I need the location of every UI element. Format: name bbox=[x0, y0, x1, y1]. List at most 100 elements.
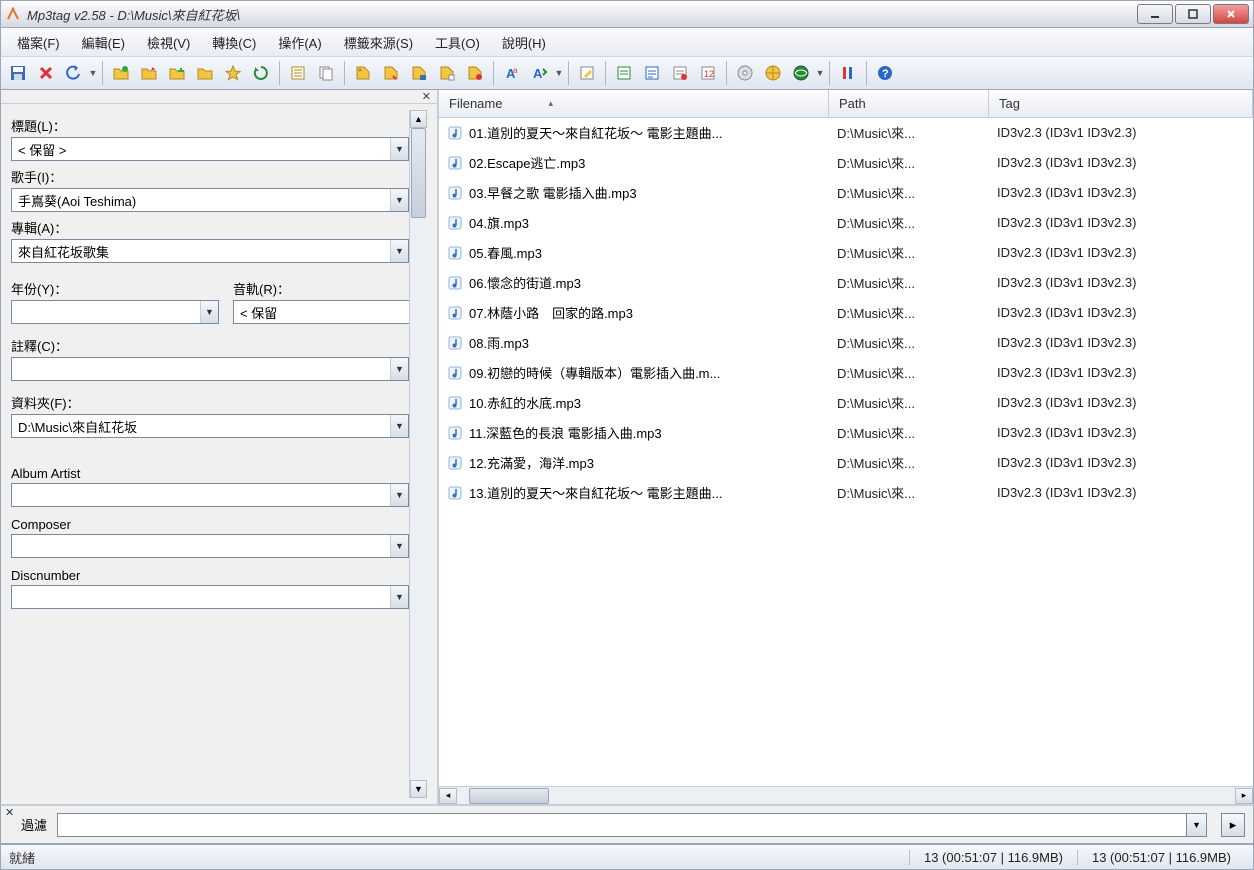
undo-icon[interactable] bbox=[61, 60, 87, 86]
filter-input[interactable] bbox=[57, 813, 1187, 837]
favorite-icon[interactable] bbox=[220, 60, 246, 86]
folder-up-icon[interactable] bbox=[136, 60, 162, 86]
year-field[interactable]: ▼ bbox=[11, 300, 219, 324]
minimize-button[interactable] bbox=[1137, 4, 1173, 24]
albumartist-input[interactable] bbox=[12, 484, 390, 506]
table-row[interactable]: 06.懷念的街道.mp3D:\Music\來...ID3v2.3 (ID3v1 … bbox=[439, 268, 1253, 298]
disc-icon[interactable] bbox=[732, 60, 758, 86]
refresh-icon[interactable] bbox=[248, 60, 274, 86]
hscroll-track[interactable] bbox=[457, 788, 1235, 804]
edit-icon[interactable] bbox=[574, 60, 600, 86]
year-input[interactable] bbox=[12, 301, 200, 323]
filter-go-button[interactable]: ▸ bbox=[1221, 813, 1245, 837]
scroll-left-icon[interactable]: ◂ bbox=[439, 788, 457, 804]
table-row[interactable]: 02.Escape逃亡.mp3D:\Music\來...ID3v2.3 (ID3… bbox=[439, 148, 1253, 178]
panel-close-icon[interactable]: ✕ bbox=[1, 90, 437, 104]
script3-icon[interactable] bbox=[667, 60, 693, 86]
album-input[interactable] bbox=[12, 240, 390, 262]
menu-file[interactable]: 檔案(F) bbox=[7, 30, 70, 55]
web-dropdown-icon[interactable]: ▼ bbox=[816, 68, 824, 78]
menu-view[interactable]: 檢視(V) bbox=[137, 30, 200, 55]
script1-icon[interactable] bbox=[611, 60, 637, 86]
chevron-down-icon[interactable]: ▼ bbox=[200, 301, 218, 323]
close-button[interactable] bbox=[1213, 4, 1249, 24]
chevron-down-icon[interactable]: ▼ bbox=[390, 535, 408, 557]
menu-actions[interactable]: 操作(A) bbox=[268, 30, 331, 55]
table-row[interactable]: 03.早餐之歌 電影插入曲.mp3D:\Music\來...ID3v2.3 (I… bbox=[439, 178, 1253, 208]
header-path[interactable]: Path bbox=[829, 90, 989, 117]
menu-edit[interactable]: 編輯(E) bbox=[72, 30, 135, 55]
chevron-down-icon[interactable]: ▼ bbox=[390, 415, 408, 437]
albumartist-field[interactable]: ▼ bbox=[11, 483, 409, 507]
web-icon[interactable] bbox=[788, 60, 814, 86]
chevron-down-icon[interactable]: ▼ bbox=[390, 189, 408, 211]
folder-open-icon[interactable] bbox=[192, 60, 218, 86]
track-field[interactable]: ▼ bbox=[233, 300, 409, 324]
composer-field[interactable]: ▼ bbox=[11, 534, 409, 558]
title-field[interactable]: ▼ bbox=[11, 137, 409, 161]
chevron-down-icon[interactable]: ▼ bbox=[390, 138, 408, 160]
scroll-down-icon[interactable]: ▼ bbox=[410, 780, 427, 798]
copy-icon[interactable] bbox=[313, 60, 339, 86]
directory-input[interactable] bbox=[12, 415, 390, 437]
delete-icon[interactable] bbox=[33, 60, 59, 86]
help-icon[interactable]: ? bbox=[872, 60, 898, 86]
tag2-icon[interactable] bbox=[378, 60, 404, 86]
panel-vscrollbar[interactable]: ▲ ▼ bbox=[409, 110, 427, 798]
table-row[interactable]: 09.初戀的時候（專輯版本）電影插入曲.m...D:\Music\來...ID3… bbox=[439, 358, 1253, 388]
scroll-right-icon[interactable]: ▸ bbox=[1235, 788, 1253, 804]
table-row[interactable]: 12.充滿愛，海洋.mp3D:\Music\來...ID3v2.3 (ID3v1… bbox=[439, 448, 1253, 478]
action-au-icon[interactable]: A bbox=[527, 60, 553, 86]
undo-dropdown-icon[interactable]: ▼ bbox=[89, 68, 97, 78]
menu-tagsources[interactable]: 標籤來源(S) bbox=[334, 30, 423, 55]
artist-input[interactable] bbox=[12, 189, 390, 211]
maximize-button[interactable] bbox=[1175, 4, 1211, 24]
grid-hscrollbar[interactable]: ◂ ▸ bbox=[439, 786, 1253, 804]
globe-icon[interactable] bbox=[760, 60, 786, 86]
menu-help[interactable]: 說明(H) bbox=[492, 30, 556, 55]
tag4-icon[interactable] bbox=[434, 60, 460, 86]
composer-input[interactable] bbox=[12, 535, 390, 557]
chevron-down-icon[interactable]: ▼ bbox=[390, 358, 408, 380]
save-icon[interactable] bbox=[5, 60, 31, 86]
tag5-icon[interactable] bbox=[462, 60, 488, 86]
menu-convert[interactable]: 轉換(C) bbox=[202, 30, 266, 55]
chevron-down-icon[interactable]: ▼ bbox=[390, 240, 408, 262]
table-row[interactable]: 08.雨.mp3D:\Music\來...ID3v2.3 (ID3v1 ID3v… bbox=[439, 328, 1253, 358]
scroll-thumb[interactable] bbox=[411, 128, 426, 218]
header-filename[interactable]: Filename▴ bbox=[439, 90, 829, 117]
title-input[interactable] bbox=[12, 138, 390, 160]
action-a-icon[interactable]: Aa bbox=[499, 60, 525, 86]
filter-dropdown-icon[interactable]: ▼ bbox=[1187, 813, 1207, 837]
discnumber-field[interactable]: ▼ bbox=[11, 585, 409, 609]
playlist-icon[interactable] bbox=[285, 60, 311, 86]
artist-field[interactable]: ▼ bbox=[11, 188, 409, 212]
action-dropdown-icon[interactable]: ▼ bbox=[555, 68, 563, 78]
grid-body[interactable]: 01.道別的夏天～來自紅花坂～ 電影主題曲...D:\Music\來...ID3… bbox=[439, 118, 1253, 786]
chevron-down-icon[interactable]: ▼ bbox=[390, 586, 408, 608]
table-row[interactable]: 01.道別的夏天～來自紅花坂～ 電影主題曲...D:\Music\來...ID3… bbox=[439, 118, 1253, 148]
table-row[interactable]: 13.道別的夏天～來自紅花坂～ 電影主題曲...D:\Music\來...ID3… bbox=[439, 478, 1253, 508]
comment-input[interactable] bbox=[12, 358, 390, 380]
tools-icon[interactable] bbox=[835, 60, 861, 86]
folder-add-icon[interactable] bbox=[108, 60, 134, 86]
tag3-icon[interactable] bbox=[406, 60, 432, 86]
scroll-up-icon[interactable]: ▲ bbox=[410, 110, 427, 128]
tag1-icon[interactable] bbox=[350, 60, 376, 86]
track-input[interactable] bbox=[234, 301, 409, 323]
table-row[interactable]: 11.深藍色的長浪 電影插入曲.mp3D:\Music\來...ID3v2.3 … bbox=[439, 418, 1253, 448]
directory-field[interactable]: ▼ bbox=[11, 414, 409, 438]
table-row[interactable]: 04.旗.mp3D:\Music\來...ID3v2.3 (ID3v1 ID3v… bbox=[439, 208, 1253, 238]
menu-tools[interactable]: 工具(O) bbox=[425, 30, 490, 55]
album-field[interactable]: ▼ bbox=[11, 239, 409, 263]
table-row[interactable]: 10.赤紅的水底.mp3D:\Music\來...ID3v2.3 (ID3v1 … bbox=[439, 388, 1253, 418]
chevron-down-icon[interactable]: ▼ bbox=[390, 484, 408, 506]
folder-plus-icon[interactable] bbox=[164, 60, 190, 86]
discnumber-input[interactable] bbox=[12, 586, 390, 608]
hscroll-thumb[interactable] bbox=[469, 788, 549, 804]
header-tag[interactable]: Tag bbox=[989, 90, 1253, 117]
table-row[interactable]: 05.春風.mp3D:\Music\來...ID3v2.3 (ID3v1 ID3… bbox=[439, 238, 1253, 268]
table-row[interactable]: 07.林蔭小路 回家的路.mp3D:\Music\來...ID3v2.3 (ID… bbox=[439, 298, 1253, 328]
script2-icon[interactable] bbox=[639, 60, 665, 86]
script4-icon[interactable]: 12 bbox=[695, 60, 721, 86]
